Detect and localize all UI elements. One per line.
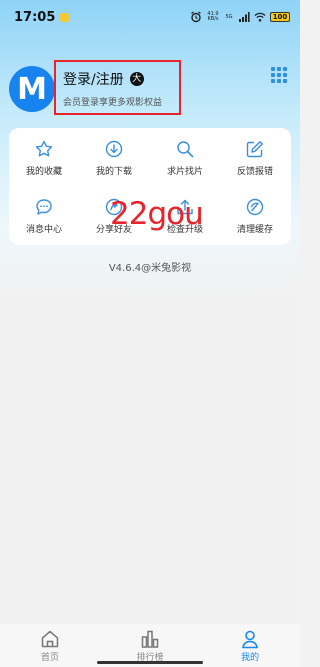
star-icon	[35, 140, 53, 157]
login-subtitle: 会员登录享更多观影权益	[63, 98, 163, 108]
avatar-letter: M	[17, 71, 47, 107]
menu-label: 反馈报错	[236, 167, 273, 177]
nav-label: 我的	[240, 653, 259, 663]
nav-profile[interactable]: 我的	[200, 624, 300, 667]
signal-icon	[239, 12, 250, 22]
vip-icon: 大	[129, 72, 144, 86]
home-indicator[interactable]	[97, 661, 203, 664]
wifi-icon	[254, 12, 266, 22]
home-icon	[41, 630, 59, 648]
ranking-icon	[141, 630, 159, 648]
search-icon	[177, 141, 194, 158]
nav-home[interactable]: 首页	[0, 624, 100, 667]
status-icons: 41.9 KB/s 5G 100	[190, 11, 290, 23]
menu-label: 清理缓存	[236, 225, 273, 235]
menu-item-request[interactable]: 求片找片	[150, 140, 220, 177]
menu-label: 消息中心	[25, 225, 62, 235]
menu-item-feedback[interactable]: 反馈报错	[220, 140, 290, 177]
edit-icon	[246, 141, 263, 158]
net-type: 5G	[225, 13, 233, 20]
status-bar: 17:05 41.9 KB/s 5G 100	[0, 0, 300, 34]
menu-label: 我的收藏	[25, 167, 62, 177]
message-icon	[36, 199, 52, 215]
download-icon	[105, 140, 123, 158]
net-speed: 41.9 KB/s	[207, 11, 219, 22]
menu-item-clear-cache[interactable]: 清理缓存	[220, 198, 290, 235]
nav-label: 首页	[40, 653, 59, 663]
login-title: 登录/注册	[63, 72, 124, 88]
status-time: 17:05	[14, 9, 56, 25]
profile-icon	[242, 630, 258, 649]
menu-item-downloads[interactable]: 我的下载	[79, 140, 149, 177]
clean-icon	[246, 198, 264, 216]
profile-screen: 17:05 41.9 KB/s 5G 100 M 登录/注册 大 会员登录享更多…	[0, 0, 300, 667]
grid-menu-icon[interactable]	[271, 67, 287, 83]
menu-item-favorites[interactable]: 我的收藏	[9, 140, 79, 177]
alarm-icon	[191, 11, 201, 23]
notification-icon	[60, 12, 70, 22]
version-text: V4.6.4@米兔影视	[108, 263, 192, 274]
menu-label: 我的下载	[95, 167, 132, 177]
watermark: 22gou	[110, 196, 204, 232]
avatar[interactable]: M	[9, 66, 55, 112]
menu-item-messages[interactable]: 消息中心	[9, 198, 79, 235]
menu-label: 求片找片	[166, 167, 203, 177]
battery-indicator: 100	[270, 12, 290, 22]
login-register-link[interactable]: 登录/注册 大	[63, 69, 144, 89]
